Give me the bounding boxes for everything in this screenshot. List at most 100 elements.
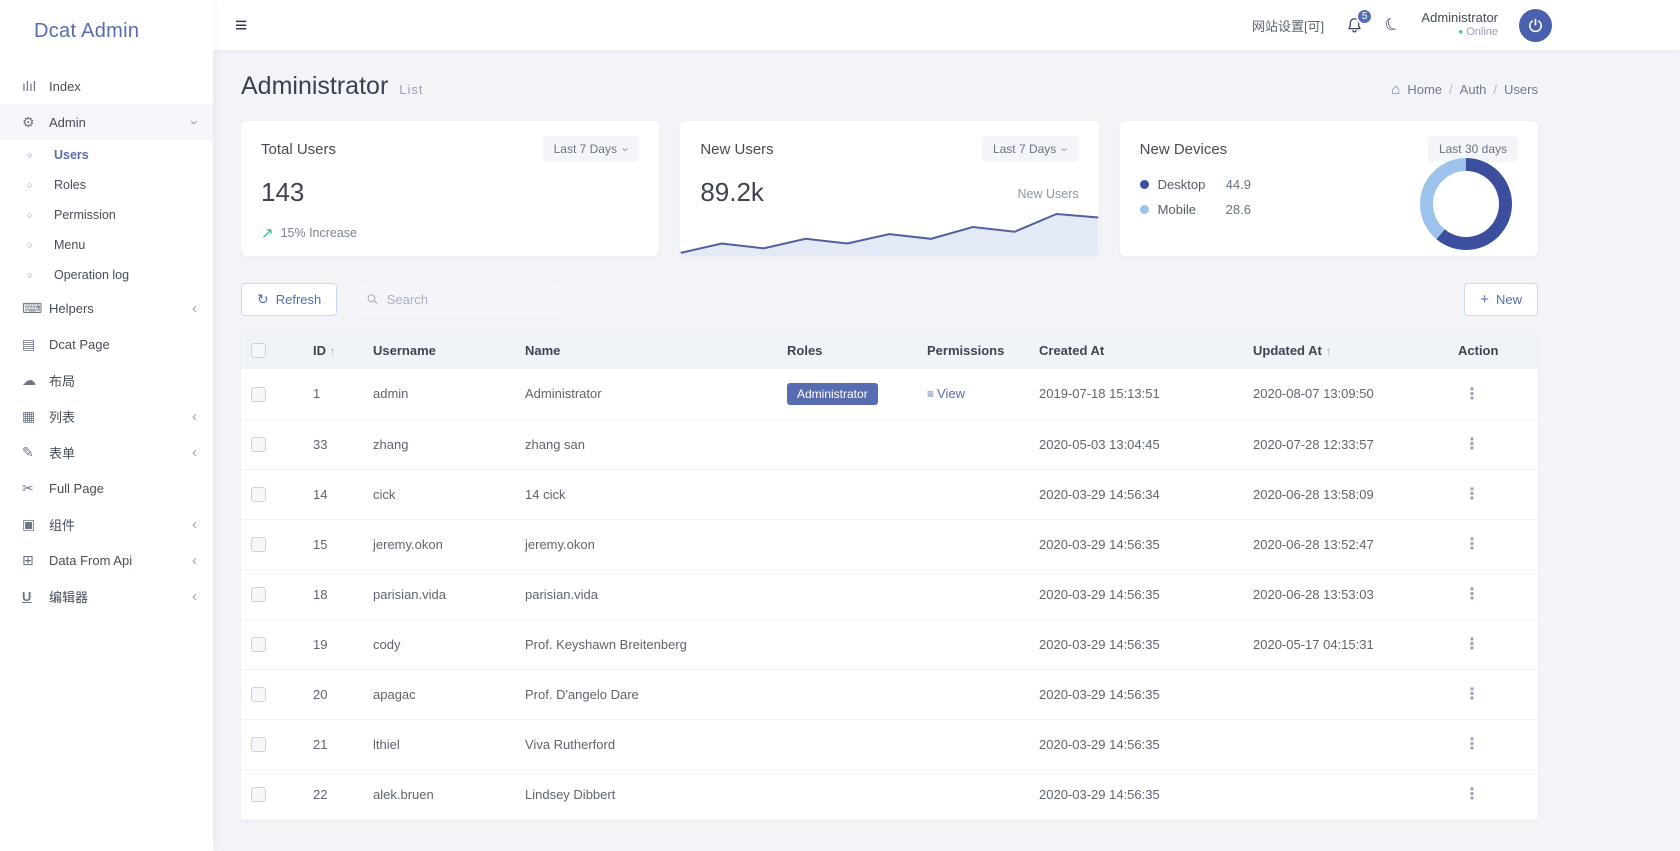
mobile-dot-icon xyxy=(1140,205,1149,214)
sidebar-item-组件[interactable]: ▣组件‹ xyxy=(0,506,213,542)
table-row: 18parisian.vidaparisian.vida2020-03-29 1… xyxy=(241,569,1538,619)
row-checkbox[interactable] xyxy=(251,587,266,602)
row-actions-button[interactable]: ⋮ xyxy=(1458,732,1486,757)
sidebar-item-编辑器[interactable]: U编辑器‹ xyxy=(0,578,213,614)
row-checkbox[interactable] xyxy=(251,687,266,702)
cell-username: jeremy.okon xyxy=(363,519,515,569)
column-header-username: Username xyxy=(363,331,515,369)
table-row: 33zhangzhang san2020-05-03 13:04:452020-… xyxy=(241,419,1538,469)
new-users-card: New Users Last 7 Days › 89.2k New Users xyxy=(680,121,1098,256)
select-all-checkbox[interactable] xyxy=(251,343,266,358)
search-icon xyxy=(366,292,378,306)
sidebar-item-index[interactable]: ılılIndex xyxy=(0,68,213,104)
users-table: ID ↑UsernameNameRolesPermissionsCreated … xyxy=(241,331,1538,820)
sidebar-item-full-page[interactable]: ✂Full Page xyxy=(0,470,213,506)
new-devices-donut-chart xyxy=(1420,158,1512,250)
sidebar-item-列表[interactable]: ▦列表‹ xyxy=(0,398,213,434)
row-checkbox[interactable] xyxy=(251,537,266,552)
chevron-down-icon: › xyxy=(1059,147,1072,151)
notifications-button[interactable]: 5 xyxy=(1345,16,1364,35)
sidebar-item-menu[interactable]: ○Menu xyxy=(0,230,213,260)
cell-action: ⋮ xyxy=(1448,769,1538,819)
sidebar-item-operation-log[interactable]: ○Operation log xyxy=(0,260,213,290)
column-header-name: Name xyxy=(515,331,777,369)
search-input[interactable] xyxy=(387,292,557,307)
chevron-down-icon: › xyxy=(620,147,633,151)
site-settings-link[interactable]: 网站设置[可] xyxy=(1252,16,1324,35)
total-users-card: Total Users Last 7 Days › 143 ↗ 15% Incr… xyxy=(241,121,659,256)
row-actions-button[interactable]: ⋮ xyxy=(1458,482,1486,507)
column-header-id[interactable]: ID ↑ xyxy=(303,331,363,369)
cell-created-at: 2020-03-29 14:56:35 xyxy=(1029,569,1243,619)
new-button[interactable]: + New xyxy=(1464,283,1538,316)
row-actions-button[interactable]: ⋮ xyxy=(1458,582,1486,607)
cell-id: 22 xyxy=(303,769,363,819)
column-header-updated-at[interactable]: Updated At ↑ xyxy=(1243,331,1448,369)
row-checkbox[interactable] xyxy=(251,737,266,752)
dark-mode-toggle-icon[interactable]: ☾ xyxy=(1382,13,1404,38)
scissors-icon: ✂ xyxy=(22,480,49,497)
cell-updated-at: 2020-06-28 13:52:47 xyxy=(1243,519,1448,569)
legend-value: 44.9 xyxy=(1226,177,1251,192)
underline-icon: U xyxy=(22,589,49,604)
table-icon: ⊞ xyxy=(22,552,49,569)
row-actions-button[interactable]: ⋮ xyxy=(1458,432,1486,457)
row-checkbox[interactable] xyxy=(251,487,266,502)
sidebar-item-布局[interactable]: ☁布局 xyxy=(0,362,213,398)
row-actions-button[interactable]: ⋮ xyxy=(1458,382,1486,407)
sidebar-item-label: Users xyxy=(54,148,197,162)
table-row: 14cick14 cick2020-03-29 14:56:342020-06-… xyxy=(241,469,1538,519)
menu-toggle-icon[interactable]: ≡ xyxy=(235,15,247,36)
user-status-label: Online xyxy=(1466,26,1498,38)
new-users-range-dropdown[interactable]: Last 7 Days › xyxy=(982,136,1079,162)
breadcrumb-auth[interactable]: Auth xyxy=(1460,82,1487,97)
topbar-right: 网站设置[可] 5 ☾ Administrator ● Online xyxy=(1252,9,1552,42)
app-logo[interactable]: Dcat Admin xyxy=(0,0,213,62)
cell-action: ⋮ xyxy=(1448,569,1538,619)
page-subtitle: List xyxy=(399,82,423,97)
row-actions-button[interactable]: ⋮ xyxy=(1458,632,1486,657)
sidebar-item-users[interactable]: ○Users xyxy=(0,140,213,170)
total-users-range-dropdown[interactable]: Last 7 Days › xyxy=(543,136,640,162)
permissions-view-link[interactable]: ≡View xyxy=(927,386,965,401)
row-checkbox[interactable] xyxy=(251,437,266,452)
sidebar-nav: ılılIndex⚙Admin›○Users○Roles○Permission○… xyxy=(0,62,213,614)
cell-roles xyxy=(777,569,917,619)
row-checkbox[interactable] xyxy=(251,787,266,802)
refresh-button[interactable]: ↻ Refresh xyxy=(241,283,337,316)
user-status: ● Online xyxy=(1421,26,1498,40)
sidebar-item-表单[interactable]: ✎表单‹ xyxy=(0,434,213,470)
row-actions-button[interactable]: ⋮ xyxy=(1458,532,1486,557)
cell-updated-at xyxy=(1243,669,1448,719)
sidebar-item-dcat-page[interactable]: ▤Dcat Page xyxy=(0,326,213,362)
row-actions-button[interactable]: ⋮ xyxy=(1458,782,1486,807)
sidebar-item-label: 表单 xyxy=(49,443,192,462)
chevron-left-icon: ‹ xyxy=(192,445,197,460)
sidebar-item-helpers[interactable]: ⌨Helpers‹ xyxy=(0,290,213,326)
sidebar-item-label: Admin xyxy=(49,115,192,130)
breadcrumb-separator: / xyxy=(1449,82,1453,97)
chevron-left-icon: ‹ xyxy=(192,553,197,568)
cell-id: 1 xyxy=(303,369,363,419)
user-avatar[interactable] xyxy=(1519,9,1552,42)
cell-name: Lindsey Dibbert xyxy=(515,769,777,819)
sidebar-item-label: Operation log xyxy=(54,268,197,282)
row-checkbox[interactable] xyxy=(251,387,266,402)
user-info[interactable]: Administrator ● Online xyxy=(1421,10,1498,40)
sidebar-item-admin[interactable]: ⚙Admin› xyxy=(0,104,213,140)
row-checkbox[interactable] xyxy=(251,637,266,652)
sidebar-item-roles[interactable]: ○Roles xyxy=(0,170,213,200)
cell-action: ⋮ xyxy=(1448,419,1538,469)
cell-updated-at: 2020-08-07 13:09:50 xyxy=(1243,369,1448,419)
row-actions-button[interactable]: ⋮ xyxy=(1458,682,1486,707)
cell-select xyxy=(241,569,303,619)
cell-roles: Administrator xyxy=(777,369,917,419)
cell-updated-at: 2020-06-28 13:58:09 xyxy=(1243,469,1448,519)
sidebar-item-data-from-api[interactable]: ⊞Data From Api‹ xyxy=(0,542,213,578)
search-box[interactable] xyxy=(352,282,570,316)
table-row: 21lthielViva Rutherford2020-03-29 14:56:… xyxy=(241,719,1538,769)
cell-permissions xyxy=(917,769,1029,819)
breadcrumb-home[interactable]: Home xyxy=(1407,82,1442,97)
sidebar-item-permission[interactable]: ○Permission xyxy=(0,200,213,230)
cell-created-at: 2020-03-29 14:56:35 xyxy=(1029,519,1243,569)
